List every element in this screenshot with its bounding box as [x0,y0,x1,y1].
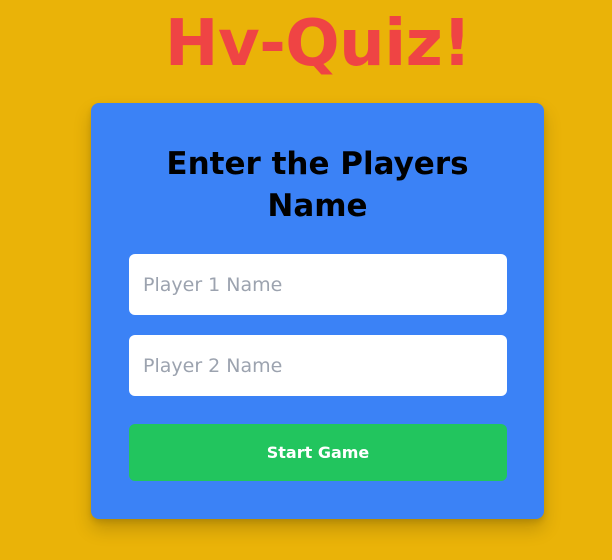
player-2-name-input[interactable] [129,335,507,396]
player-1-name-input[interactable] [129,254,507,315]
app-title: Hv-Quiz! [164,7,472,81]
form-heading: Enter the Players Name [166,146,469,224]
player-form-card: Enter the Players Name Start Game [91,103,544,519]
start-game-button[interactable]: Start Game [129,424,507,481]
